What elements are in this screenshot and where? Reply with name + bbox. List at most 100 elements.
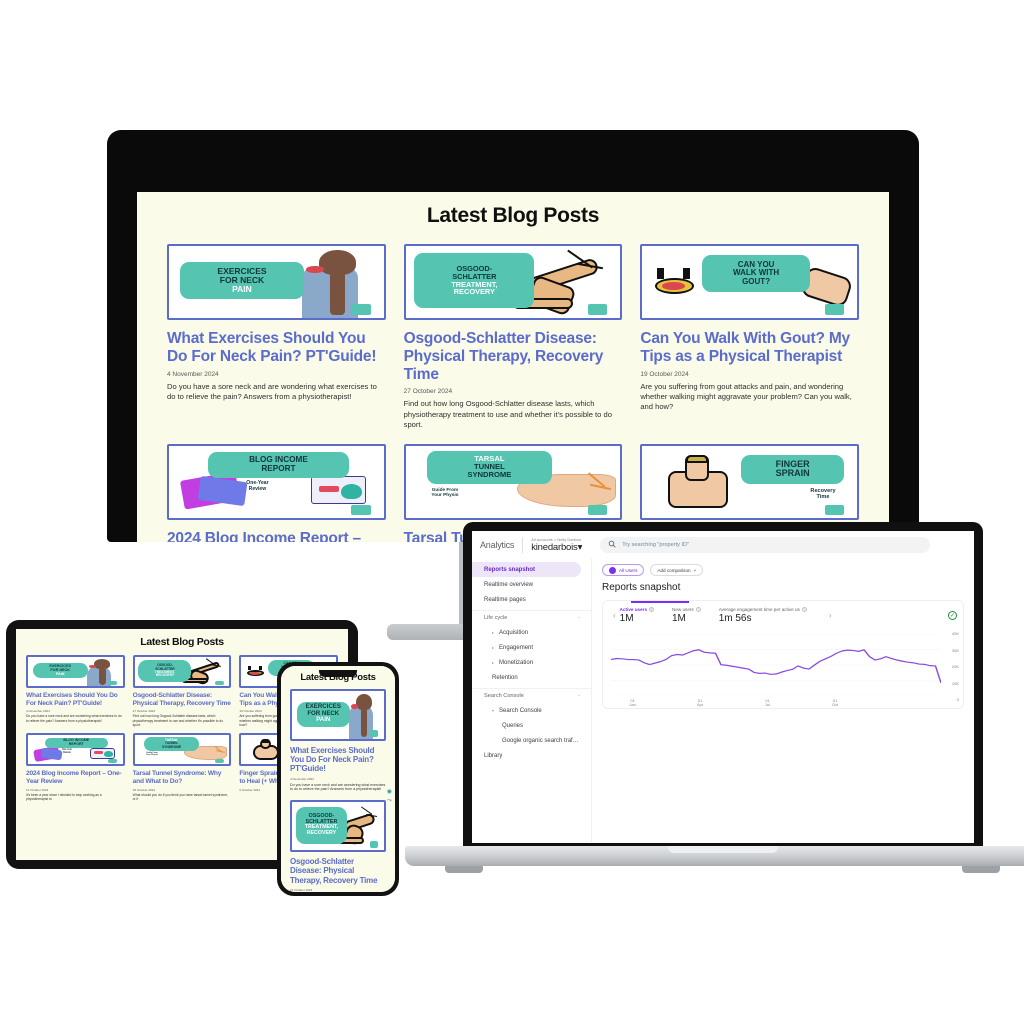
report-title: Reports snapshot	[602, 582, 681, 593]
watermark-icon	[370, 729, 379, 738]
blog-post-card[interactable]: EXERCICES FOR NECK PAIN What Exercises Shou…	[290, 689, 386, 792]
blog-post-card[interactable]: BLOG INCOME REPORT One-Year Review 2024 Blog…	[167, 444, 386, 542]
add-comparison-label: Add comparison	[657, 567, 691, 573]
laptop-foot-right	[962, 866, 1000, 873]
post-thumbnail[interactable]: EXERCICES FOR NECK PAIN	[26, 655, 125, 688]
blog-post-card[interactable]: EXERCICES FOR NECK PAIN What Exercises Shou…	[167, 244, 386, 430]
blog-post-card[interactable]: EXERCICES FOR NECK PAIN What Exercises Shou…	[26, 655, 125, 727]
sidebar-item-reports-snapshot[interactable]: Reports snapshot	[472, 562, 581, 577]
post-title-link[interactable]: Tarsal Tunnel Syndrome: Why and What to …	[133, 770, 232, 785]
post-thumbnail[interactable]: OSGOOD- SCHLATTER TREATMENT, RECOVERY	[403, 244, 623, 320]
post-thumbnail[interactable]: TARSAL TUNNEL SYNDROME Guide From Your Physi…	[132, 733, 232, 767]
post-title-link[interactable]: Osgood-Schlatter Disease: Physical Thera…	[133, 692, 232, 707]
analytics-main: All Users Add comparison + Reports snaps…	[592, 558, 974, 843]
blog-page-desktop: Latest Blog Posts EXERCICES FOR NECK PAIN W…	[137, 192, 889, 542]
post-thumbnail[interactable]: BLOG INCOME REPORT One-Year Review	[167, 444, 386, 521]
chart-y-tick: 10K	[951, 680, 959, 686]
sidebar-item-retention[interactable]: Retention	[472, 670, 591, 685]
share-icon-phone[interactable]: ⤳	[387, 797, 392, 806]
post-title-link[interactable]: Osgood-Schlatter Disease: Physical Thera…	[290, 857, 386, 885]
sidebar-item-queries[interactable]: Queries	[472, 718, 591, 733]
laptop-device: Analytics All accounts > Nelly Darbois k…	[405, 522, 1024, 892]
post-title-link[interactable]: 2024 Blog Income Report – One-Year Revie…	[167, 530, 386, 542]
help-icon[interactable]: ?	[649, 607, 654, 612]
post-excerpt: Are you suffering from gout attacks and …	[640, 381, 852, 412]
pin-save-icon-phone[interactable]: ◉	[387, 788, 392, 797]
sidebar-item-acquisition[interactable]: ▸ Acquisition	[472, 625, 591, 640]
post-thumbnail[interactable]: TARSAL TUNNEL SYNDROME Guide From Your Physi…	[403, 444, 623, 521]
chevron-icon: ▸	[492, 660, 495, 665]
post-thumbnail[interactable]: EXERCICES FOR NECK PAIN	[290, 689, 386, 741]
chart-y-tick: 0	[956, 697, 959, 702]
chip-all-users-label: All Users	[619, 567, 638, 573]
watermark-icon	[370, 841, 379, 849]
blog-post-grid: EXERCICES FOR NECK PAIN What Exercises Shou…	[137, 228, 889, 542]
post-thumbnail[interactable]: CAN YOUWALK WITHGOUT?	[640, 244, 859, 320]
post-thumbnail[interactable]: BLOG INCOME REPORT One-Year Review	[26, 733, 125, 767]
post-title-link[interactable]: Can You Walk With Gout? My Tips as a Phy…	[640, 330, 859, 366]
post-title-link[interactable]: What Exercises Should You Do For Neck Pa…	[26, 692, 125, 707]
blog-post-card[interactable]: TARSAL TUNNEL SYNDROME Guide From Your Physi…	[132, 733, 232, 802]
sidebar-item-library[interactable]: Library	[472, 748, 591, 763]
phone-notch	[319, 670, 357, 677]
carousel-next-button[interactable]: ›	[825, 611, 836, 620]
help-icon[interactable]: ?	[801, 607, 807, 612]
user-avatar-icon	[609, 566, 616, 574]
metric-label: Average engagement time per active us?	[718, 607, 807, 612]
sidebar-item-realtime-pages[interactable]: Realtime pages	[472, 592, 591, 607]
carousel-prev-button[interactable]: ‹	[609, 611, 620, 620]
metric-new-users[interactable]: New users? 1M	[672, 607, 701, 624]
blog-post-card[interactable]: CAN YOUWALK WITHGOUT? Can You Walk With G…	[640, 244, 859, 430]
post-date: 4 November 2024	[26, 709, 50, 714]
blog-post-card[interactable]: OSGOOD- SCHLATTER TREATMENT, RECOVERY Osgood…	[290, 800, 386, 892]
post-thumbnail[interactable]: OSGOOD- SCHLATTER TREATMENT, RECOVERY	[290, 800, 386, 853]
sidebar-item-google-organic-search-traf[interactable]: Google organic search traf…	[472, 733, 591, 748]
sidebar-item-label: Realtime overview	[484, 581, 534, 588]
sidebar-item-label: Monetization	[499, 659, 534, 666]
sidebar-group-search-console[interactable]: Search Console ⌃	[472, 688, 591, 703]
post-title-link[interactable]: What Exercises Should You Do For Neck Pa…	[167, 330, 386, 366]
watermark-icon	[351, 504, 371, 516]
blog-post-card[interactable]: OSGOOD- SCHLATTER TREATMENT, RECOVERY Osgood…	[132, 655, 232, 727]
metrics-list: Active users? 1M New users? 1M Average engag…	[620, 607, 825, 624]
post-date: 27 October 2024	[403, 388, 453, 396]
analytics-topbar: Analytics All accounts > Nelly Darbois k…	[472, 531, 974, 558]
laptop-bezel: Analytics All accounts > Nelly Darbois k…	[463, 522, 983, 852]
sidebar-item-label: Acquisition	[499, 629, 529, 636]
sidebar-item-search-console[interactable]: ▾ Search Console	[472, 703, 591, 718]
post-date: 27 October 2024	[290, 887, 313, 892]
chevron-up-icon: ⌃	[577, 615, 581, 621]
add-comparison-button[interactable]: Add comparison +	[650, 564, 704, 576]
blog-page-phone: Latest Blog Posts EXERCICES FOR NECK PAIN W…	[281, 666, 395, 892]
scene: Latest Blog Posts EXERCICES FOR NECK PAIN W…	[0, 0, 1024, 1024]
sidebar-item-label: Queries	[502, 722, 524, 729]
post-title-link[interactable]: What Exercises Should You Do For Neck Pa…	[290, 746, 386, 774]
plus-icon: +	[693, 567, 697, 573]
comparison-chips: All Users Add comparison +	[602, 564, 964, 576]
sidebar-item-monetization[interactable]: ▸ Monetization	[472, 655, 591, 670]
account-name[interactable]: kinedarbois▾	[531, 542, 582, 553]
blog-post-card[interactable]: OSGOOD- SCHLATTER TREATMENT, RECOVERY Osgood…	[403, 244, 623, 430]
post-excerpt: What should you do if you think you have…	[132, 792, 228, 802]
post-excerpt: Find out how long Osgood-Schlatter disea…	[403, 399, 612, 429]
sidebar-item-engagement[interactable]: ▸ Engagement	[472, 640, 591, 655]
sidebar-group-life-cycle[interactable]: Life cycle ⌃	[472, 610, 591, 625]
metric-label: New users?	[672, 607, 701, 612]
account-switcher[interactable]: All accounts > Nelly Darbois kinedarbois…	[531, 537, 582, 553]
post-thumbnail[interactable]: EXERCICES FOR NECK PAIN	[167, 244, 386, 320]
sidebar-group-label: Search Console	[484, 693, 524, 699]
post-title-link[interactable]: 2024 Blog Income Report – One-Year Revie…	[26, 770, 125, 785]
phone-save-share-widget[interactable]: ◉ ⤳	[387, 788, 392, 806]
metric-label: Active users?	[619, 607, 654, 612]
blog-post-card[interactable]: BLOG INCOME REPORT One-Year Review 2024 Blog…	[26, 733, 125, 801]
chip-all-users[interactable]: All Users	[602, 564, 645, 576]
metric-average-engagement-time-per-active-us[interactable]: Average engagement time per active us? 1m…	[719, 607, 807, 624]
post-title-link[interactable]: Osgood-Schlatter Disease: Physical Thera…	[404, 330, 623, 383]
metric-active-users[interactable]: Active users? 1M	[620, 607, 654, 624]
metric-value: 1m 56s	[718, 613, 752, 624]
help-icon[interactable]: ?	[695, 607, 701, 612]
search-input[interactable]: Try searching "property ID"	[600, 536, 931, 553]
post-thumbnail[interactable]: FINGERSPRAINRecoveryTime	[640, 444, 859, 521]
post-thumbnail[interactable]: OSGOOD- SCHLATTER TREATMENT, RECOVERY	[132, 655, 232, 688]
sidebar-item-realtime-overview[interactable]: Realtime overview	[472, 577, 591, 592]
